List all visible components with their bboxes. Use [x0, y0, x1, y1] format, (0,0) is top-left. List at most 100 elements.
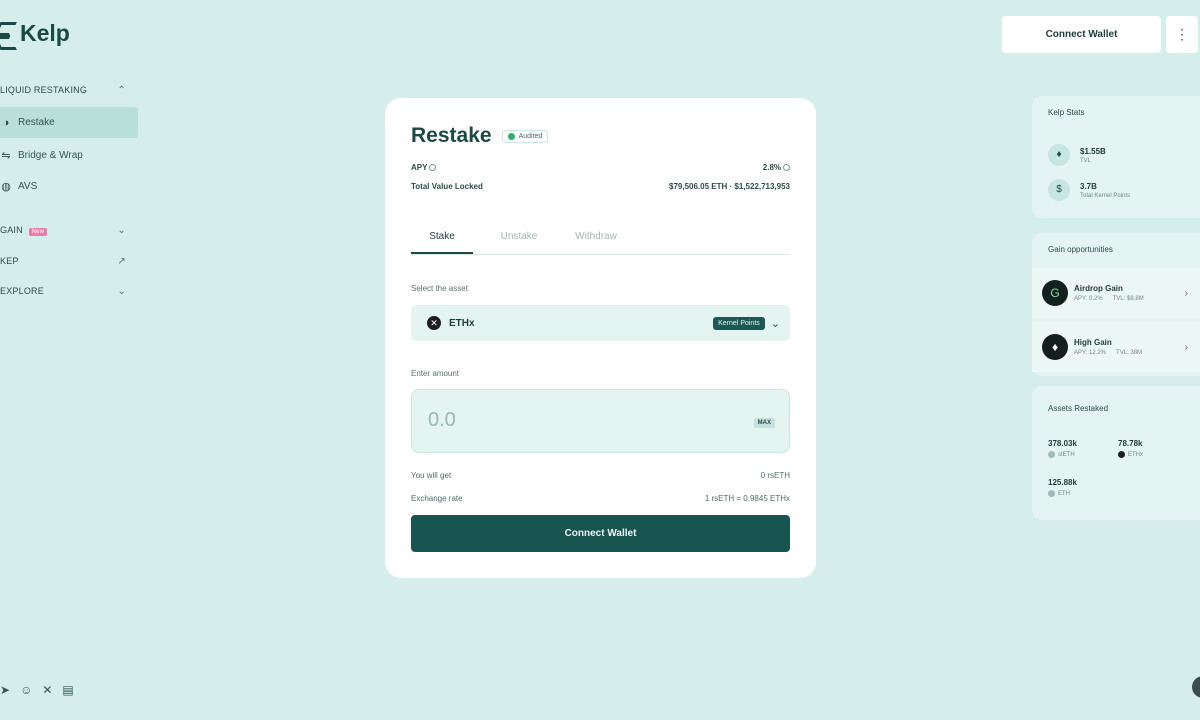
- apy-label: APY: [411, 163, 428, 172]
- gain-apy: APY: 0.2%: [1074, 296, 1103, 302]
- ethx-icon: ✕: [427, 316, 441, 330]
- asset-label: stETH: [1058, 451, 1075, 458]
- tvl-value: $79,506.05 ETH · $1,522,713,953: [669, 182, 790, 191]
- nav-section-label: GAIN: [0, 224, 23, 235]
- chevron-right-icon: ›: [1184, 341, 1188, 353]
- ethx-icon: [1118, 451, 1125, 458]
- steth-icon: [1048, 451, 1055, 458]
- airdrop-gain-icon: G: [1042, 280, 1068, 306]
- stat-label: TVL: [1080, 157, 1092, 164]
- eth-icon: [1048, 490, 1055, 497]
- stat-value: $1.55B: [1080, 146, 1106, 156]
- restake-icon: ◑: [2, 116, 10, 129]
- discord-icon[interactable]: ☺: [20, 683, 32, 697]
- stat-value: 3.7B: [1080, 181, 1097, 191]
- eth-icon: ♦: [1048, 144, 1070, 166]
- check-icon: [507, 132, 515, 140]
- asset-value: 378.03k: [1048, 439, 1077, 448]
- sidebar-item-restake[interactable]: ◑ Restake: [0, 107, 138, 138]
- exchange-rate-row: Exchange rate 1 rsETH = 0.9845 ETHx: [411, 494, 790, 503]
- audited-label: Audited: [518, 132, 543, 140]
- gain-item-high[interactable]: ♦ High Gain APY: 12.2% TVL: 38M ›: [1032, 322, 1200, 372]
- info-icon[interactable]: [783, 164, 790, 172]
- apy-row: APY 2.8%: [411, 163, 790, 172]
- new-badge: New: [28, 227, 48, 236]
- social-links: ➤ ☺ ✕ ▤: [0, 683, 74, 697]
- gain-title: Gain opportunities: [1048, 245, 1113, 254]
- amount-field: MAX: [411, 389, 790, 453]
- sidebar-item-avs[interactable]: ◍ AVS: [0, 171, 138, 202]
- kelp-stats-title: Kelp Stats: [1048, 108, 1085, 117]
- nav-section-header-gain[interactable]: GAIN New ⌄: [0, 220, 138, 240]
- tab-withdraw[interactable]: Withdraw: [565, 224, 627, 254]
- gain-opportunities-panel: Gain opportunities G Airdrop Gain APY: 0…: [1032, 233, 1200, 376]
- tab-unstake[interactable]: Unstake: [488, 224, 550, 254]
- sidebar-item-label: AVS: [18, 181, 38, 192]
- receive-label: You will get: [411, 471, 452, 480]
- kelp-logo-icon: [0, 21, 16, 47]
- info-icon[interactable]: [429, 164, 437, 172]
- chevron-up-icon: ⌃: [117, 84, 126, 96]
- globe-icon: ◍: [1, 181, 11, 193]
- connect-wallet-button[interactable]: Connect Wallet: [411, 515, 790, 552]
- sidebar-item-bridge-wrap[interactable]: ⇋ Bridge & Wrap: [0, 140, 138, 171]
- nav-section-label: EXPLORE: [0, 286, 44, 296]
- kernel-icon: $: [1048, 179, 1070, 201]
- amount-label: Enter amount: [411, 369, 460, 378]
- nav-gain: GAIN New ⌄: [0, 220, 138, 240]
- selected-asset: ETHx: [449, 317, 475, 329]
- help-chat-icon[interactable]: [1192, 676, 1200, 698]
- nav-liquid-restaking: LIQUID RESTAKING ⌃ ◑ Restake ⇋ Bridge & …: [0, 80, 138, 202]
- asset-select-label: Select the asset: [411, 284, 468, 293]
- chevron-right-icon: ›: [1184, 287, 1188, 299]
- asset-select[interactable]: ✕ ETHx Kernel Points ⌄: [411, 305, 790, 341]
- apy-value: 2.8%: [762, 163, 781, 172]
- receive-value: 0 rsETH: [760, 471, 790, 480]
- x-icon[interactable]: ✕: [42, 683, 52, 697]
- asset-stat-eth: 125.88k ETH: [1048, 478, 1077, 497]
- more-menu-icon[interactable]: ⋮: [1166, 16, 1198, 53]
- nav-section-header-kep[interactable]: KEP ↗: [0, 251, 138, 271]
- sidebar-item-label: Bridge & Wrap: [18, 150, 83, 161]
- nav-section-header-liquid-restaking[interactable]: LIQUID RESTAKING ⌃: [0, 80, 138, 100]
- header-connect-wallet-button[interactable]: Connect Wallet: [1002, 16, 1161, 53]
- assets-title: Assets Restaked: [1048, 404, 1109, 413]
- assets-restaked-panel: Assets Restaked 378.03k stETH 78.78k ETH…: [1032, 386, 1200, 520]
- gain-name: Airdrop Gain: [1074, 284, 1123, 293]
- stat-kernel-points: $ 3.7B Total Kernel Points: [1048, 179, 1130, 201]
- stat-label: Total Kernel Points: [1080, 192, 1131, 199]
- docs-icon[interactable]: ▤: [62, 683, 73, 697]
- max-button[interactable]: MAX: [753, 418, 775, 428]
- page-title: Restake: [411, 124, 492, 147]
- asset-label: ETHx: [1128, 451, 1143, 458]
- exchange-rate-value: 1 rsETH = 0.9845 ETHx: [704, 494, 790, 503]
- telegram-icon[interactable]: ➤: [0, 683, 10, 697]
- nav-section-label: LIQUID RESTAKING: [0, 85, 88, 95]
- amount-input[interactable]: [428, 409, 628, 432]
- asset-stat-ethx: 78.78k ETHx: [1118, 439, 1143, 458]
- kelp-stats-panel: Kelp Stats ♦ $1.55B TVL $ 3.7B Total Ker…: [1032, 96, 1200, 218]
- asset-stat-steth: 378.03k stETH: [1048, 439, 1077, 458]
- nav-section-header-explore[interactable]: EXPLORE ⌄: [0, 281, 138, 301]
- gain-apy: APY: 12.2%: [1074, 350, 1107, 356]
- gain-item-airdrop[interactable]: G Airdrop Gain APY: 0.2% TVL: $8.8M ›: [1032, 268, 1200, 318]
- asset-label: ETH: [1058, 490, 1070, 497]
- tab-stake[interactable]: Stake: [411, 224, 473, 254]
- brand-name: Kelp: [20, 20, 70, 46]
- chevron-down-icon: ⌄: [770, 317, 780, 330]
- kernel-points-badge: Kernel Points: [713, 316, 765, 330]
- gain-tvl: TVL: $8.8M: [1112, 296, 1144, 302]
- kelp-logo[interactable]: Kelp: [0, 20, 70, 47]
- stat-tvl: ♦ $1.55B TVL: [1048, 144, 1106, 166]
- receive-row: You will get 0 rsETH: [411, 471, 790, 480]
- tvl-label: Total Value Locked: [411, 182, 483, 191]
- asset-value: 78.78k: [1118, 439, 1143, 448]
- chevron-down-icon: ⌄: [117, 285, 126, 297]
- nav-section-label: KEP: [0, 256, 19, 266]
- audited-badge[interactable]: Audited: [501, 129, 549, 143]
- nav-explore: EXPLORE ⌄: [0, 281, 138, 301]
- sidebar-item-label: Restake: [18, 117, 55, 128]
- nav-kep: KEP ↗: [0, 251, 138, 271]
- action-tabs: Stake Unstake Withdraw: [411, 224, 790, 255]
- chevron-down-icon: ⌄: [117, 224, 126, 236]
